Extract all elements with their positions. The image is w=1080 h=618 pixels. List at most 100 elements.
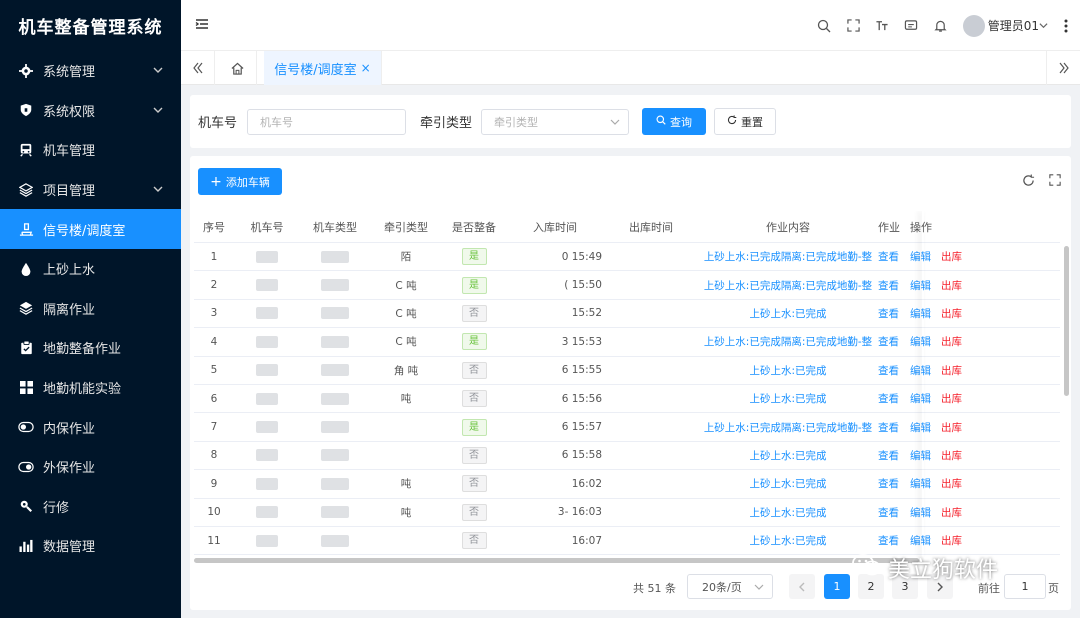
sidebar-item-permission[interactable]: 系统权限 [0, 91, 181, 131]
edit-link[interactable]: 编辑 [910, 478, 931, 490]
view-link[interactable]: 查看 [878, 391, 904, 406]
edit-link[interactable]: 编辑 [910, 365, 931, 377]
drop-icon [18, 261, 34, 277]
checkout-link[interactable]: 出库 [941, 365, 962, 377]
sidebar-item-dispatch[interactable]: 信号楼/调度室 [0, 209, 181, 249]
add-vehicle-button[interactable]: + 添加车辆 [198, 168, 282, 195]
checkout-link[interactable]: 出库 [941, 450, 962, 462]
sidebar-item-repair[interactable]: 行修 [0, 487, 181, 527]
checkout-link[interactable]: 出库 [941, 393, 962, 405]
checkout-link[interactable]: 出库 [941, 336, 962, 348]
cell-work[interactable]: 上砂上水:已完成 [698, 476, 878, 491]
checkout-link[interactable]: 出库 [941, 478, 962, 490]
close-icon[interactable]: × [361, 61, 371, 75]
cell-loco-type [300, 449, 370, 462]
message-icon[interactable] [897, 0, 926, 51]
home-icon[interactable] [219, 51, 257, 85]
cell-work[interactable]: 上砂上水:已完成隔离:已完成地勤-整 [698, 249, 878, 264]
cell-actions: 编辑 出库 [904, 420, 968, 435]
sidebar-item-system[interactable]: 系统管理 [0, 51, 181, 91]
view-link[interactable]: 查看 [878, 448, 904, 463]
sidebar-item-project[interactable]: 项目管理 [0, 170, 181, 210]
goto-page-input[interactable]: 1 [1004, 574, 1046, 599]
sidebar-item-inner-maint[interactable]: 内保作业 [0, 407, 181, 447]
horizontal-scrollbar[interactable] [194, 558, 919, 563]
font-size-icon[interactable] [868, 0, 897, 51]
page-size-select[interactable]: 20条/页 [687, 574, 773, 599]
view-link[interactable]: 查看 [878, 533, 904, 548]
redacted-block [321, 534, 349, 547]
checkout-link[interactable]: 出库 [941, 535, 962, 547]
fullscreen-icon[interactable] [1049, 174, 1061, 190]
edit-link[interactable]: 编辑 [910, 280, 931, 292]
wrench-icon [18, 498, 34, 514]
cell-loco [234, 421, 300, 434]
traction-select[interactable]: 牵引类型 [481, 108, 630, 135]
redacted-block [256, 392, 278, 405]
view-link[interactable]: 查看 [878, 278, 904, 293]
view-link[interactable]: 查看 [878, 505, 904, 520]
status-badge: 否 [461, 304, 487, 322]
checkout-link[interactable]: 出库 [941, 280, 962, 292]
menu-toggle-icon[interactable] [195, 17, 209, 34]
tabs-scroll-right-icon[interactable] [1046, 51, 1080, 85]
sidebar-item-ground-test[interactable]: 地勤机能实验 [0, 368, 181, 408]
sidebar-item-sand-water[interactable]: 上砂上水 [0, 249, 181, 289]
edit-link[interactable]: 编辑 [910, 336, 931, 348]
edit-link[interactable]: 编辑 [910, 450, 931, 462]
cell-work[interactable]: 上砂上水:已完成隔离:已完成地勤-整 [698, 334, 878, 349]
cell-no: 4 [210, 335, 218, 348]
page-1-button[interactable]: 1 [824, 574, 850, 599]
view-link[interactable]: 查看 [878, 249, 904, 264]
view-link[interactable]: 查看 [878, 476, 904, 491]
sidebar-item-locomotive[interactable]: 机车管理 [0, 130, 181, 170]
cell-work[interactable]: 上砂上水:已完成 [698, 363, 878, 378]
cell-in-time: 0 15:49 [506, 251, 604, 263]
cell-work[interactable]: 上砂上水:已完成 [698, 391, 878, 406]
avatar [962, 14, 985, 37]
tab-dispatch[interactable]: 信号楼/调度室 × [264, 51, 382, 85]
sidebar-item-isolation[interactable]: 隔离作业 [0, 289, 181, 329]
sidebar-item-ground-prep[interactable]: 地勤整备作业 [0, 328, 181, 368]
view-link[interactable]: 查看 [878, 306, 904, 321]
sidebar-item-outer-maint[interactable]: 外保作业 [0, 447, 181, 487]
edit-link[interactable]: 编辑 [910, 507, 931, 519]
cell-work[interactable]: 上砂上水:已完成隔离:已完成地勤-整 [698, 278, 878, 293]
edit-link[interactable]: 编辑 [910, 393, 931, 405]
cell-work[interactable]: 上砂上水:已完成 [698, 448, 878, 463]
refresh-icon[interactable] [1022, 174, 1035, 190]
tabs-scroll-left-icon[interactable] [181, 51, 215, 85]
search-icon[interactable] [810, 0, 839, 51]
fixed-column-shadow [922, 211, 924, 557]
view-link[interactable]: 查看 [878, 334, 904, 349]
reset-button[interactable]: 重置 [714, 108, 777, 135]
view-link[interactable]: 查看 [878, 363, 904, 378]
user-menu[interactable]: 管理员01 [962, 14, 1048, 37]
cell-work[interactable]: 上砂上水:已完成 [698, 505, 878, 520]
checkout-link[interactable]: 出库 [941, 507, 962, 519]
checkout-link[interactable]: 出库 [941, 308, 962, 320]
fullscreen-icon[interactable] [839, 0, 868, 51]
query-button[interactable]: 查询 [642, 108, 707, 135]
sidebar-item-data[interactable]: 数据管理 [0, 526, 181, 566]
edit-link[interactable]: 编辑 [910, 251, 931, 263]
cell-work[interactable]: 上砂上水:已完成 [698, 306, 878, 321]
edit-link[interactable]: 编辑 [910, 308, 931, 320]
bell-icon[interactable] [926, 0, 955, 51]
chevron-down-icon [754, 582, 764, 595]
edit-link[interactable]: 编辑 [910, 535, 931, 547]
cell-work[interactable]: 上砂上水:已完成 [698, 533, 878, 548]
loco-input[interactable]: 机车号 [247, 108, 407, 135]
more-vertical-icon[interactable] [1052, 19, 1080, 33]
cell-loco [234, 279, 300, 292]
in-time-text: 3 15:53 [561, 335, 602, 348]
edit-link[interactable]: 编辑 [910, 422, 931, 434]
cell-loco-type [300, 335, 370, 348]
checkout-link[interactable]: 出库 [941, 251, 962, 263]
view-link[interactable]: 查看 [878, 420, 904, 435]
prev-page-button[interactable] [789, 574, 815, 599]
checkout-link[interactable]: 出库 [941, 422, 962, 434]
sidebar-item-label: 地勤机能实验 [43, 382, 122, 398]
vertical-scrollbar[interactable] [1064, 246, 1069, 396]
cell-work[interactable]: 上砂上水:已完成隔离:已完成地勤-整 [698, 420, 878, 435]
